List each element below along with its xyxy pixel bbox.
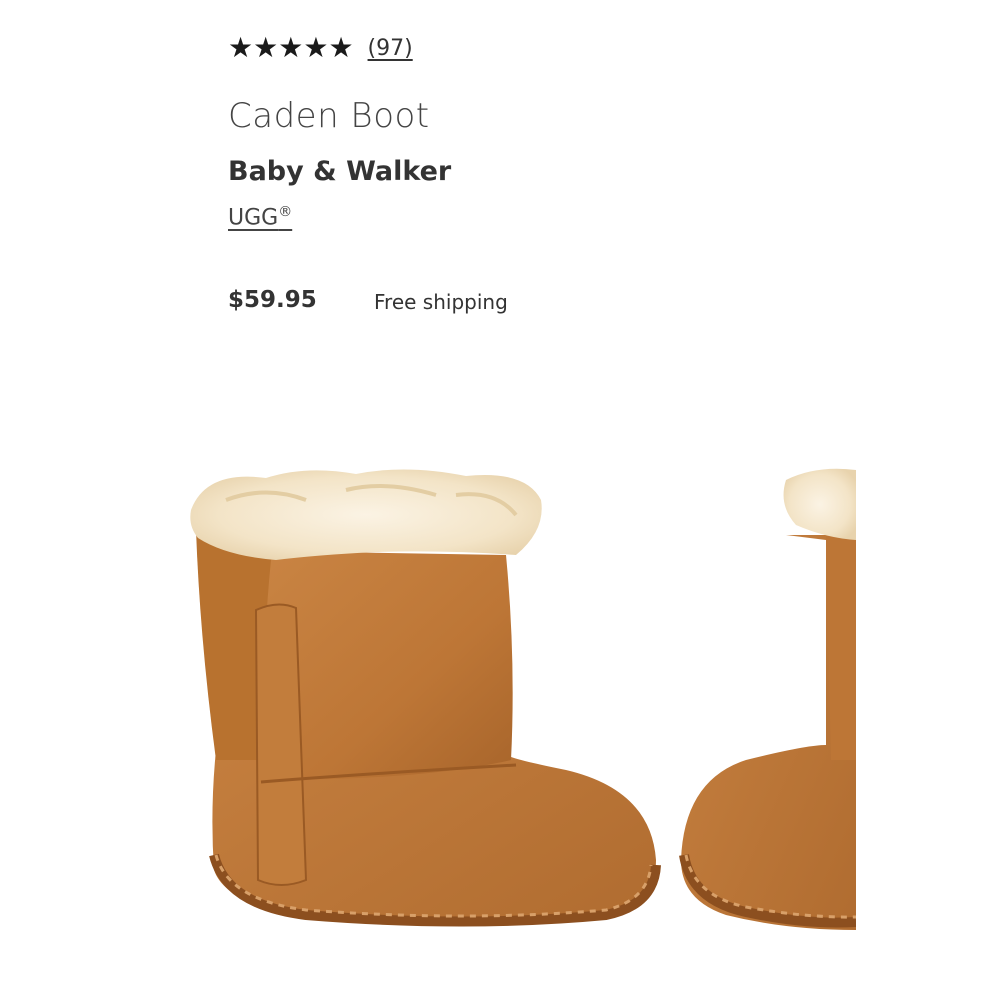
review-count-link[interactable]: (97)	[368, 36, 413, 61]
product-image-carousel[interactable]	[186, 460, 856, 940]
star-rating: ★ ★ ★ ★ ★	[228, 34, 354, 62]
boot-right	[679, 468, 856, 930]
shipping-info: Free shipping	[374, 290, 508, 314]
product-price: $59.95	[228, 287, 317, 313]
rating[interactable]: ★ ★ ★ ★ ★ (97)	[228, 34, 413, 62]
star-icon: ★	[228, 31, 254, 64]
product-subtitle: Baby & Walker	[228, 156, 452, 187]
brand-name: UGG	[228, 205, 279, 231]
star-icon: ★	[253, 31, 279, 64]
product-image-main[interactable]	[186, 460, 856, 940]
brand-link[interactable]: UGG®	[228, 204, 292, 230]
star-icon: ★	[303, 31, 329, 64]
star-icon: ★	[328, 31, 354, 64]
star-icon: ★	[278, 31, 304, 64]
registered-mark: ®	[278, 204, 293, 220]
product-title: Caden Boot	[228, 96, 430, 136]
boot-left	[190, 469, 661, 927]
